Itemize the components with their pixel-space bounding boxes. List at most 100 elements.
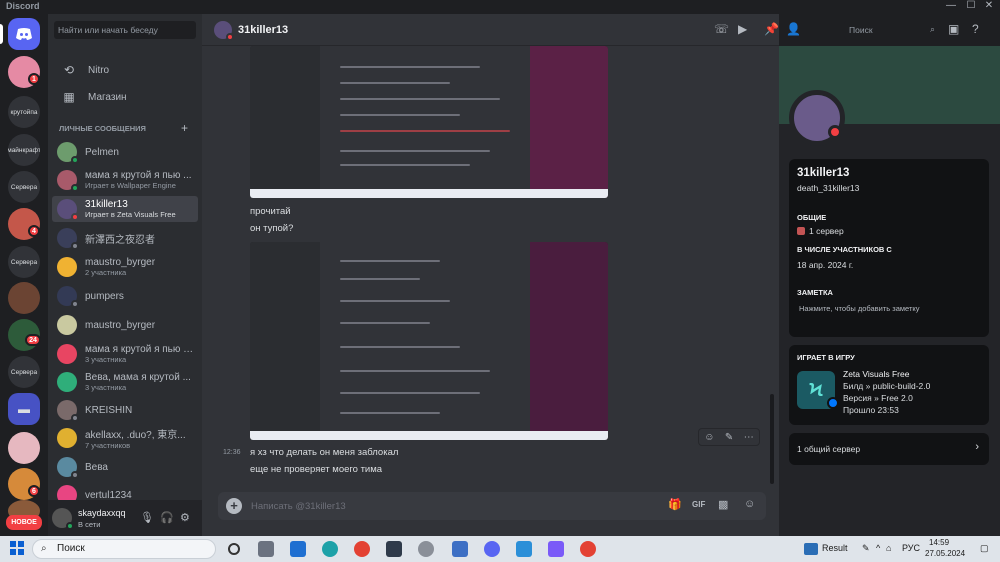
server-icon-3[interactable]: майнкрафт [8, 134, 40, 166]
store-icon[interactable] [452, 541, 468, 557]
profile-display-name: 31killer13 [797, 167, 850, 179]
create-dm-button[interactable]: + [181, 121, 188, 135]
server-icon-2[interactable]: крутойпа [8, 96, 40, 128]
header-search-placeholder: Поиск [849, 25, 873, 35]
chat-area: 31killer13 ☏ ▶ 📌 👤 Поиск ⌕ ▣ ? прочитай о… [202, 14, 979, 536]
server-icon-7[interactable] [8, 432, 40, 464]
find-conversation-input[interactable]: Найти или начать беседу [54, 21, 196, 39]
shop-icon: ▦ [63, 90, 75, 104]
more-icon[interactable]: ⋯ [744, 432, 754, 443]
result-app-icon[interactable] [804, 543, 818, 555]
task-view-icon[interactable] [258, 541, 274, 557]
emoji-icon[interactable]: ☺ [744, 498, 755, 510]
home-selected-pill [0, 24, 3, 44]
dm-group[interactable]: akellaxx, .duo?, 東京... 7 участников [52, 425, 198, 451]
dm-item[interactable]: Pelmen [52, 139, 198, 165]
dm-name: 新澤西之夜忍者 [85, 234, 155, 246]
sticker-icon[interactable]: ▩ [718, 498, 728, 511]
notifications-icon[interactable]: ▢ [980, 543, 989, 554]
app-icon[interactable] [548, 541, 564, 557]
attachment-chat [320, 242, 530, 440]
nav-nitro[interactable]: ⟲ Nitro [54, 58, 196, 82]
note-input[interactable]: Нажмите, чтобы добавить заметку [799, 304, 920, 313]
new-unreads-button[interactable]: НОВОЕ [6, 515, 42, 530]
dm-item[interactable]: Вева [52, 454, 198, 480]
profile-avatar[interactable] [789, 90, 845, 146]
video-call-icon[interactable]: ▶ [738, 22, 747, 36]
edit-icon[interactable]: ✎ [725, 432, 733, 443]
chrome-icon[interactable] [580, 541, 596, 557]
server-folder-2[interactable]: Сервера [8, 246, 40, 278]
common-value[interactable]: 1 сервер [809, 226, 844, 236]
maximize-button[interactable]: ☐ [962, 0, 980, 11]
add-reaction-icon[interactable]: ☺ [704, 432, 714, 443]
game-elapsed: Прошло 23:53 [843, 405, 899, 415]
avatar [57, 315, 77, 335]
close-button[interactable]: ✕ [980, 0, 998, 11]
chrome-icon[interactable] [354, 541, 370, 557]
image-attachment[interactable] [250, 46, 608, 198]
user-avatar[interactable] [52, 508, 74, 530]
gif-icon[interactable]: GIF [692, 500, 705, 509]
clock-date[interactable]: 27.05.2024 [925, 549, 965, 558]
dm-item[interactable]: 新澤西之夜忍者 [52, 225, 198, 251]
folder-icon[interactable]: ▬ [8, 393, 40, 425]
server-icon-5[interactable] [8, 282, 40, 314]
discord-taskbar-icon[interactable] [484, 541, 500, 557]
dm-group[interactable]: Вева, мама я крутой ... 3 участника [52, 369, 198, 395]
dm-group[interactable]: maustro_byrger 2 участника [52, 254, 198, 280]
attachment-sidebar [250, 242, 320, 440]
windows-start-icon[interactable] [10, 541, 24, 555]
server-folder-1[interactable]: Сервера [8, 171, 40, 203]
pin-icon[interactable]: 📌 [764, 22, 779, 36]
language-indicator[interactable]: РУС [902, 543, 920, 553]
gear-icon[interactable]: ⚙ [180, 511, 190, 524]
dm-item[interactable]: maustro_byrger [52, 312, 198, 338]
inbox-icon[interactable]: ▣ [948, 22, 959, 36]
help-icon[interactable]: ? [972, 22, 979, 36]
status-online-icon [71, 156, 79, 164]
recipient-avatar[interactable] [214, 21, 234, 41]
clock-time[interactable]: 14:59 [929, 538, 949, 547]
discord-home-icon[interactable] [8, 18, 40, 50]
headphones-icon[interactable]: 🎧 [160, 511, 174, 524]
mutual-servers-card[interactable]: 1 общий сервер › [789, 433, 989, 465]
taskbar-search[interactable]: ⌕ Поиск [32, 539, 216, 559]
gift-icon[interactable]: 🎁 [668, 498, 682, 511]
chevron-up-icon[interactable]: ^ [876, 543, 880, 553]
message-hover-toolbar: ☺ ✎ ⋯ [698, 428, 760, 446]
taskbar-search-placeholder: Поиск [57, 543, 85, 554]
cortana-icon[interactable] [228, 543, 240, 555]
image-attachment[interactable] [250, 242, 608, 440]
dm-activity: Играет в Zeta Visuals Free [85, 210, 176, 219]
attach-plus-icon[interactable]: + [226, 498, 242, 514]
tray-app-label[interactable]: Result [822, 543, 848, 553]
photos-icon[interactable] [516, 541, 532, 557]
voice-call-icon[interactable]: ☏ [714, 22, 729, 36]
network-icon[interactable]: ⌂ [886, 543, 891, 553]
dm-item[interactable]: pumpers [52, 283, 198, 309]
settings-icon[interactable] [418, 541, 434, 557]
message-text: он тупой? [250, 223, 294, 234]
header-search-input[interactable]: Поиск ⌕ [844, 21, 940, 39]
mail-icon[interactable] [290, 541, 306, 557]
app-icon[interactable] [386, 541, 402, 557]
stylus-icon[interactable]: ✎ [862, 543, 870, 554]
dm-item[interactable]: KREISHIN [52, 397, 198, 423]
avatar [57, 142, 79, 164]
dm-group[interactable]: мама я крутой я пью о... 3 участника [52, 341, 198, 367]
minimize-button[interactable]: — [942, 0, 960, 11]
server-folder-3[interactable]: Сервера [8, 356, 40, 388]
chat-scrollbar[interactable] [770, 394, 774, 484]
avatar [57, 286, 79, 308]
edge-icon[interactable] [322, 541, 338, 557]
microphone-icon[interactable]: 🎙 [140, 511, 154, 524]
common-header: ОБЩИЕ [797, 213, 827, 222]
dm-item[interactable]: мама я крутой я пью ... Играет в Wallpape… [52, 167, 198, 193]
add-friend-icon[interactable]: 👤 [786, 22, 801, 36]
dm-section-header: ЛИЧНЫЕ СООБЩЕНИЯ [59, 124, 146, 133]
nav-shop[interactable]: ▦ Магазин [54, 85, 196, 109]
game-version: Версия » Free 2.0 [843, 393, 913, 403]
message-composer[interactable]: + Написать @31killer13 🎁 GIF ▩ ☺ [218, 492, 766, 520]
dm-item-selected[interactable]: 31killer13 Играет в Zeta Visuals Free [52, 196, 198, 222]
